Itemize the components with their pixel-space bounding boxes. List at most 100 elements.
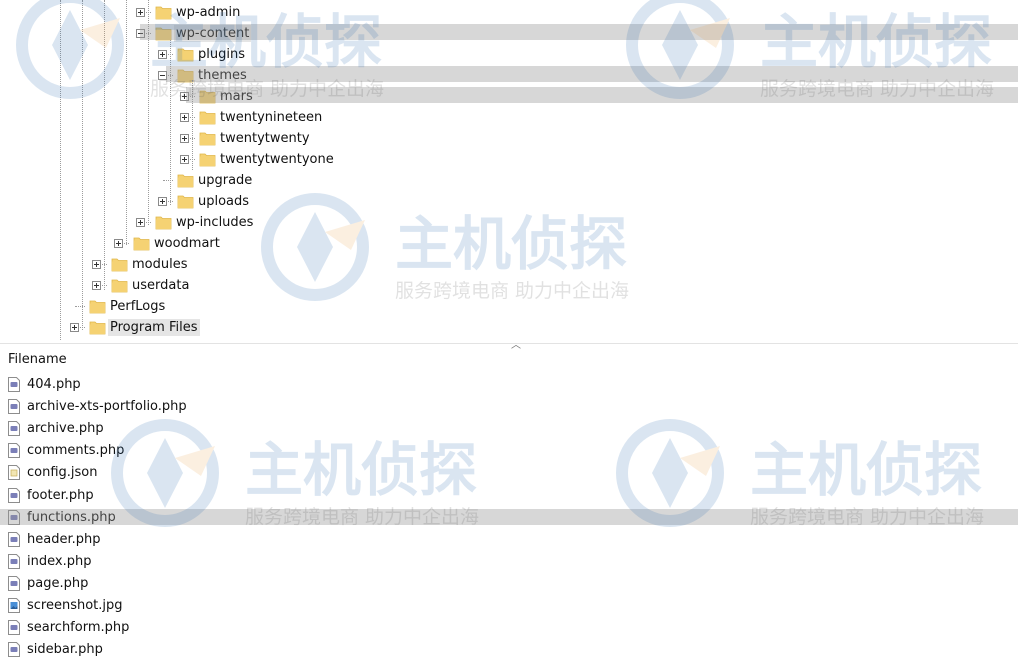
file-row[interactable]: archive-xts-portfolio.php — [8, 396, 908, 418]
file-row[interactable]: comments.php — [8, 440, 908, 462]
expand-icon[interactable] — [158, 50, 167, 59]
file-name: page.php — [27, 575, 89, 591]
tree-item-label: twentytwenty — [220, 131, 310, 146]
tree-guide-line — [170, 40, 171, 205]
splitter-line — [0, 343, 1018, 344]
tree-item-woodmart[interactable]: woodmart — [0, 233, 1024, 254]
json-file-icon — [8, 465, 20, 481]
folder-icon — [199, 151, 216, 167]
tree-item-label: twentynineteen — [220, 110, 323, 125]
php-file-icon — [8, 443, 20, 459]
file-row[interactable]: screenshot.jpg — [8, 595, 908, 617]
tree-item-label: wp-includes — [176, 215, 254, 230]
tree-item-label: modules — [132, 257, 188, 272]
tree-connector — [163, 180, 173, 181]
file-row[interactable]: archive.php — [8, 418, 908, 440]
folder-icon — [199, 130, 216, 146]
folder-icon — [111, 277, 128, 293]
tree-item-modules[interactable]: modules — [0, 254, 1024, 275]
php-file-icon — [8, 399, 20, 415]
folder-icon — [89, 298, 106, 314]
file-name: footer.php — [27, 487, 94, 503]
pane-splitter[interactable]: ︿ — [0, 340, 1024, 351]
tree-item-twentytwenty[interactable]: twentytwenty — [0, 128, 1024, 149]
tree-item-label: plugins — [198, 47, 245, 62]
file-row[interactable]: footer.php — [8, 485, 908, 507]
file-name: config.json — [27, 465, 98, 481]
tree-guide-line — [60, 0, 61, 340]
folder-icon — [177, 46, 194, 62]
tree-item-userdata[interactable]: userdata — [0, 275, 1024, 296]
filename-column-header[interactable]: Filename — [8, 352, 67, 368]
tree-item-wp-includes[interactable]: wp-includes — [0, 212, 1024, 233]
file-name: archive.php — [27, 421, 104, 437]
php-file-icon — [8, 575, 20, 591]
tree-guide-line — [82, 0, 83, 330]
tree-guide-line — [104, 0, 105, 290]
tree-item-twentytwentyone[interactable]: twentytwentyone — [0, 149, 1024, 170]
expand-icon[interactable] — [70, 323, 79, 332]
folder-icon — [89, 319, 106, 335]
collapse-arrow-icon[interactable]: ︿ — [511, 336, 521, 351]
file-name: sidebar.php — [27, 642, 103, 658]
file-name: archive-xts-portfolio.php — [27, 399, 187, 415]
php-file-icon — [8, 421, 20, 437]
expand-icon[interactable] — [180, 155, 189, 164]
tree-item-label: upgrade — [198, 173, 253, 188]
tree-guide-line — [126, 0, 127, 245]
tree-item-label: userdata — [132, 278, 190, 293]
tree-item-program-files[interactable]: Program Files — [0, 317, 1024, 338]
row-highlight — [166, 66, 1018, 82]
tree-item-wp-admin[interactable]: wp-admin — [0, 2, 1024, 23]
expand-icon[interactable] — [158, 197, 167, 206]
php-file-icon — [8, 377, 20, 392]
tree-item-label: uploads — [198, 194, 250, 209]
expand-icon[interactable] — [180, 134, 189, 143]
expand-icon[interactable] — [136, 218, 145, 227]
tree-item-label: twentytwentyone — [220, 152, 334, 167]
php-file-icon — [8, 642, 20, 658]
folder-icon — [177, 193, 194, 209]
folder-tree[interactable]: wp-admin wp-content plugins themes mars twent… — [0, 0, 1024, 340]
folder-icon — [155, 214, 172, 230]
expand-icon[interactable] — [92, 260, 101, 269]
expand-icon[interactable] — [114, 239, 123, 248]
tree-item-label: Program Files — [108, 319, 200, 336]
php-file-icon — [8, 487, 20, 503]
tree-item-label: wp-admin — [176, 5, 241, 20]
file-row[interactable]: 404.php — [8, 374, 908, 396]
php-file-icon — [8, 531, 20, 547]
file-row[interactable]: config.json — [8, 462, 908, 484]
tree-item-upgrade[interactable]: upgrade — [0, 170, 1024, 191]
tree-item-perflogs[interactable]: PerfLogs — [0, 296, 1024, 317]
file-name: header.php — [27, 531, 101, 547]
folder-icon — [199, 109, 216, 125]
folder-icon — [155, 4, 172, 20]
expand-icon[interactable] — [136, 8, 145, 17]
row-highlight — [186, 87, 1018, 103]
file-name: comments.php — [27, 443, 125, 459]
folder-icon — [177, 172, 194, 188]
tree-item-label: woodmart — [154, 236, 220, 251]
file-row[interactable]: searchform.php — [8, 617, 908, 639]
row-highlight — [0, 509, 1018, 525]
file-row[interactable]: page.php — [8, 573, 908, 595]
expand-icon[interactable] — [92, 281, 101, 290]
file-row[interactable]: header.php — [8, 529, 908, 551]
file-row[interactable]: sidebar.php — [8, 639, 908, 661]
tree-connector — [75, 306, 85, 307]
tree-item-twentynineteen[interactable]: twentynineteen — [0, 107, 1024, 128]
file-name: screenshot.jpg — [27, 598, 123, 613]
folder-icon — [111, 256, 128, 272]
expand-icon[interactable] — [180, 113, 189, 122]
row-highlight — [140, 24, 1018, 40]
php-file-icon — [8, 620, 20, 636]
file-name: searchform.php — [27, 620, 130, 636]
file-name: index.php — [27, 553, 92, 569]
image-file-icon — [8, 598, 20, 613]
file-name: 404.php — [27, 377, 81, 392]
php-file-icon — [8, 553, 20, 569]
file-row[interactable]: index.php — [8, 551, 908, 573]
tree-item-plugins[interactable]: plugins — [0, 44, 1024, 65]
tree-item-uploads[interactable]: uploads — [0, 191, 1024, 212]
